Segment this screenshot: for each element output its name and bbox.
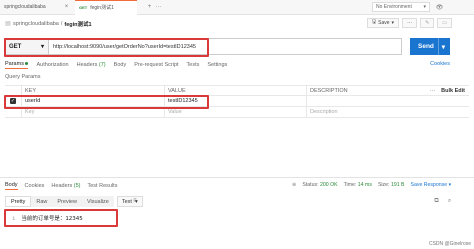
tab-request-label: fegin测试1	[90, 5, 114, 11]
view-mode-raw[interactable]: Raw	[31, 196, 52, 207]
size-value: 191 B	[390, 182, 405, 188]
tab-body[interactable]: Body	[114, 62, 127, 68]
comments-button[interactable]: ▭	[437, 18, 452, 28]
tab-method-badge: GET	[79, 5, 88, 10]
search-icon[interactable]: ⌕	[445, 197, 454, 206]
status-label: Status:	[302, 182, 319, 188]
chevron-down-icon: ▾	[391, 20, 395, 26]
tab-response-headers-label: Headers	[51, 183, 73, 189]
param-description[interactable]	[307, 96, 469, 107]
tab-params-label: Params	[5, 61, 24, 67]
method-value: GET	[9, 43, 22, 50]
breadcrumb: ▤ springcloudalibaba / fegin测试1	[5, 19, 91, 28]
tab-tests[interactable]: Tests	[187, 62, 200, 68]
breadcrumb-separator: /	[60, 20, 63, 27]
tab-collection[interactable]: springcloudalibaba ×	[0, 0, 75, 15]
cookies-link[interactable]: Cookies	[430, 61, 450, 67]
new-description-input[interactable]: Description	[307, 107, 469, 118]
save-button-label: Save	[378, 20, 390, 26]
watermark: CSDN @Ginelrose	[428, 241, 471, 247]
column-description: DESCRIPTION ··· Bulk Edit	[307, 85, 469, 96]
response-toolbar: Pretty Raw Preview Visualize Text ▾	[5, 196, 143, 207]
send-button-label: Send	[418, 43, 434, 50]
pane-divider[interactable]	[0, 177, 474, 178]
time-label: Time:	[343, 182, 357, 188]
request-line: GET ▾ http://localhost:9090/user/getOrde…	[4, 38, 402, 55]
format-value: Text	[121, 198, 132, 205]
new-tab-icon[interactable]: +	[145, 3, 154, 12]
status: Status: 200 OK	[302, 182, 337, 188]
more-icon[interactable]: ···	[430, 88, 436, 94]
environment-select[interactable]: No Environment ▾	[372, 2, 430, 12]
http-icon: ▤	[5, 21, 11, 27]
view-mode-selector: Pretty Raw Preview Visualize	[5, 196, 114, 207]
save-response-label: Save Response	[410, 182, 448, 188]
tab-authorization[interactable]: Authorization	[36, 62, 68, 68]
more-button[interactable]: ···	[402, 18, 418, 28]
save-response-button[interactable]: Save Response ▾	[411, 182, 452, 188]
tab-headers-count: (7)	[98, 62, 106, 68]
status-value: 200 OK	[319, 182, 338, 188]
url-input[interactable]: http://localhost:9090/user/getOrderNo?us…	[49, 38, 402, 55]
response-text: 当前的订单号是：12345	[21, 216, 83, 222]
view-mode-pretty[interactable]: Pretty	[5, 196, 32, 207]
tab-headers-label: Headers	[76, 62, 98, 68]
response-actions: ⧉ ⌕	[432, 197, 454, 206]
column-description-label: DESCRIPTION	[310, 87, 348, 94]
tab-request[interactable]: GET fegin测试1	[75, 0, 137, 15]
tab-collection-label: springcloudalibaba	[4, 4, 46, 10]
bulk-edit-link[interactable]: Bulk Edit	[441, 88, 465, 94]
response-body[interactable]: 1 当前的订单号是：12345	[4, 209, 118, 227]
view-mode-preview[interactable]: Preview	[52, 196, 82, 207]
edit-button[interactable]: ✎	[420, 18, 435, 28]
query-params-label: Query Params	[5, 74, 41, 80]
copy-icon[interactable]: ⧉	[432, 197, 441, 206]
chevron-down-icon[interactable]: ▾	[437, 38, 445, 55]
title-actions: 🖫 Save ▾ ··· ✎ ▭	[366, 18, 452, 28]
tab-response-headers-count: (5)	[73, 183, 81, 189]
response-tabs: Body Cookies Headers (5) Test Results	[5, 182, 117, 190]
save-icon: 🖫	[371, 19, 377, 25]
chevron-down-icon: ▾	[423, 4, 426, 10]
close-icon[interactable]: ×	[62, 3, 71, 12]
environment-label: No Environment	[376, 4, 412, 10]
line-number: 1	[12, 214, 16, 222]
request-tabs: Params Authorization Headers (7) Body Pr…	[5, 60, 227, 70]
send-button[interactable]: Send ▾	[410, 38, 450, 55]
globe-icon[interactable]: ⊕	[292, 182, 296, 188]
time-value: 14 ms	[357, 182, 372, 188]
chevron-down-icon: ▾	[40, 44, 44, 50]
size-label: Size:	[377, 182, 390, 188]
param-highlight-box	[4, 95, 209, 109]
breadcrumb-parent[interactable]: springcloudalibaba	[13, 21, 59, 27]
method-select[interactable]: GET ▾	[4, 38, 49, 55]
size: Size: 191 B	[378, 182, 405, 188]
wrap-lines-icon[interactable]: ≡	[133, 198, 142, 206]
tab-response-headers[interactable]: Headers (5)	[51, 183, 80, 189]
tab-test-results[interactable]: Test Results	[87, 183, 117, 189]
view-mode-visualize[interactable]: Visualize	[82, 196, 114, 207]
tab-settings[interactable]: Settings	[207, 62, 227, 68]
active-dot-icon	[25, 62, 29, 66]
page-title[interactable]: fegin测试1	[64, 20, 91, 28]
response-status: ⊕ Status: 200 OK Time: 14 ms Size: 191 B…	[292, 182, 451, 188]
time: Time: 14 ms	[344, 182, 372, 188]
save-button[interactable]: 🖫 Save ▾	[366, 18, 400, 28]
tab-pre-request-script[interactable]: Pre-request Script	[134, 62, 178, 68]
eye-icon[interactable]: 👁	[435, 3, 444, 12]
tab-params[interactable]: Params	[5, 61, 29, 69]
tab-headers[interactable]: Headers (7)	[77, 62, 106, 68]
tab-response-body[interactable]: Body	[5, 182, 18, 190]
more-tabs-icon[interactable]: ···	[154, 3, 163, 12]
tab-response-cookies[interactable]: Cookies	[25, 183, 45, 189]
